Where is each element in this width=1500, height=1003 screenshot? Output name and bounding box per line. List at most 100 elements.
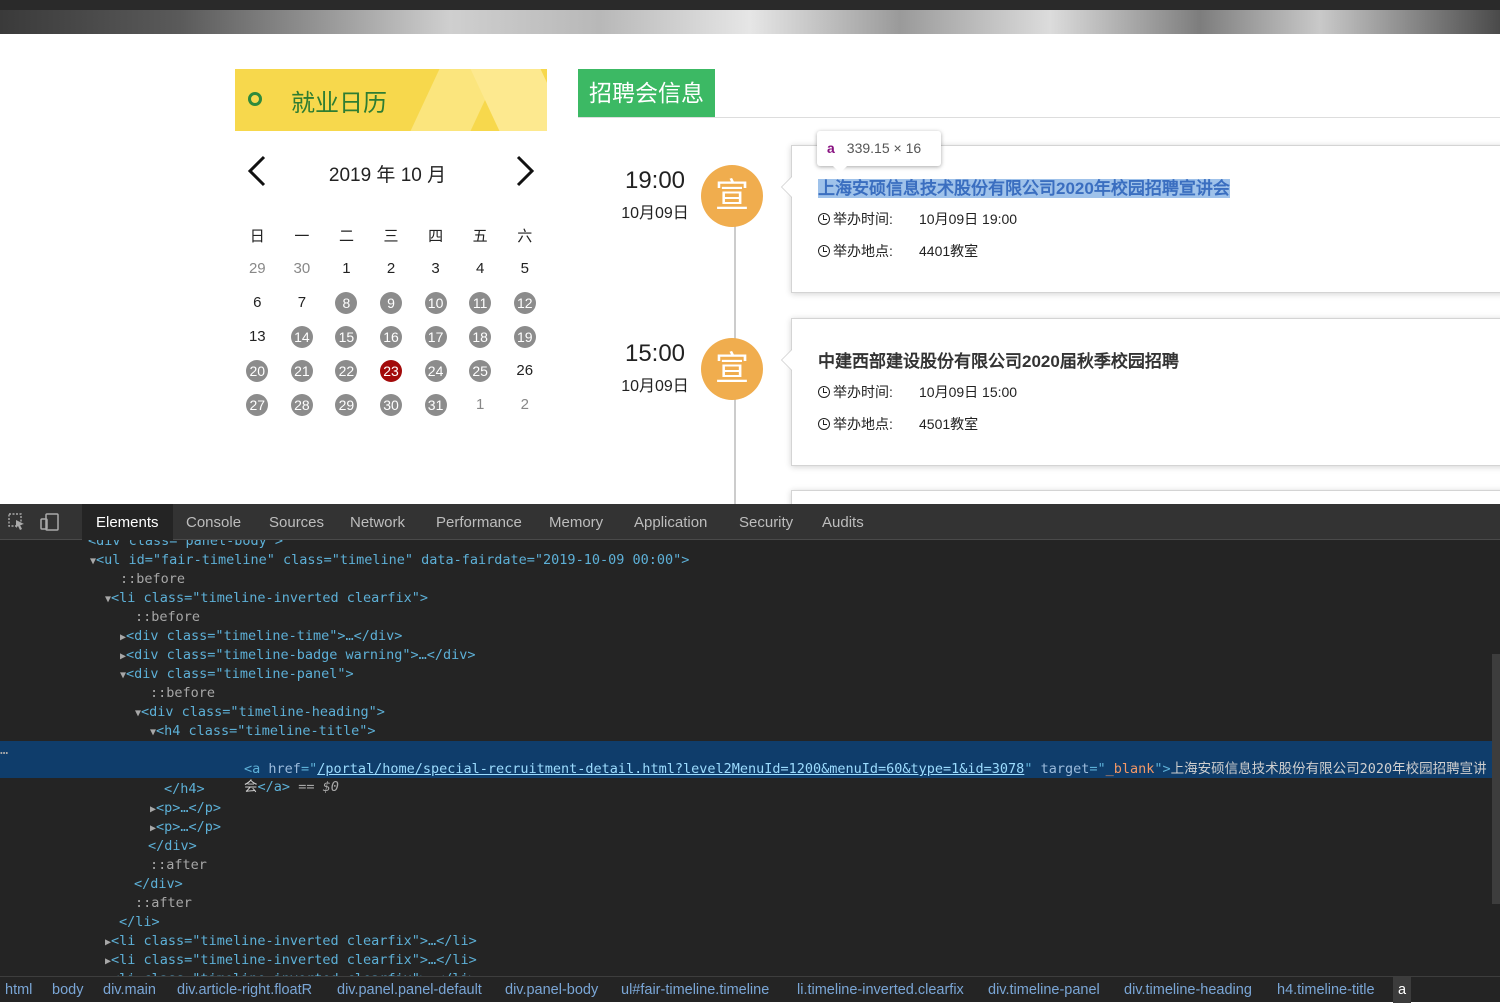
calendar-cell: 21 bbox=[280, 360, 325, 382]
device-toolbar-button[interactable] bbox=[40, 513, 59, 531]
devtools-tab-performance[interactable]: Performance bbox=[422, 504, 536, 540]
dom-pseudo: ::before bbox=[150, 685, 216, 701]
calendar-header: 就业日历 bbox=[235, 69, 547, 131]
breadcrumb-item[interactable]: html bbox=[5, 977, 32, 1003]
devtools-tab-audits[interactable]: Audits bbox=[808, 504, 878, 540]
breadcrumb-item[interactable]: li.timeline-inverted.clearfix bbox=[797, 977, 964, 1003]
calendar-day-with-event[interactable]: 8 bbox=[335, 292, 358, 314]
event-type-badge: 宣 bbox=[701, 165, 763, 227]
dom-line-selected-a[interactable]: … <a href="/portal/home/special-recruitm… bbox=[0, 741, 1500, 795]
breadcrumb-item[interactable]: ul#fair-timeline.timeline bbox=[621, 977, 769, 1003]
calendar-day: 6 bbox=[253, 294, 262, 311]
calendar-day-with-event[interactable]: 24 bbox=[424, 360, 447, 382]
event-title-link[interactable]: 中建西部建设股份有限公司2020届秋季校园招聘 bbox=[818, 352, 1179, 371]
dom-line[interactable]: ▶<li class="timeline-inverted clearfix">… bbox=[0, 932, 1500, 951]
dom-line[interactable]: ::before bbox=[0, 570, 1500, 589]
dom-line-li[interactable]: ▼<li class="timeline-inverted clearfix"> bbox=[0, 589, 1500, 608]
devtools-tab-elements[interactable]: Elements bbox=[82, 504, 173, 540]
breadcrumb-item[interactable]: a bbox=[1393, 977, 1412, 1003]
calendar-day-with-event[interactable]: 27 bbox=[246, 394, 269, 416]
dom-line[interactable]: ▶<div class="timeline-badge warning">…</… bbox=[0, 646, 1500, 665]
dom-line[interactable]: ▼<div class="timeline-heading"> bbox=[0, 703, 1500, 722]
breadcrumb-item[interactable]: div.timeline-heading bbox=[1124, 977, 1252, 1003]
event-title-link[interactable]: 上海安硕信息技术股份有限公司2020年校园招聘宣讲会 bbox=[818, 179, 1230, 198]
dom-line[interactable]: ▼<h4 class="timeline-title"> bbox=[0, 722, 1500, 741]
devtools-tab-sources[interactable]: Sources bbox=[255, 504, 338, 540]
devtools-tab-network[interactable]: Network bbox=[336, 504, 419, 540]
dom-node-text: </div> bbox=[148, 838, 197, 854]
devtools-tab-memory[interactable]: Memory bbox=[535, 504, 617, 540]
event-time-row: 举办时间: 10月09日 19:00 bbox=[818, 209, 1017, 229]
recruitment-tab[interactable]: 招聘会信息 bbox=[578, 69, 715, 118]
calendar-day-with-event[interactable]: 28 bbox=[290, 394, 313, 416]
calendar-day-today[interactable]: 23 bbox=[380, 360, 403, 382]
dom-line[interactable]: ::before bbox=[0, 608, 1500, 627]
breadcrumb-item[interactable]: div.timeline-panel bbox=[988, 977, 1100, 1003]
calendar-cell: 27 bbox=[235, 394, 280, 416]
calendar-day-with-event[interactable]: 18 bbox=[469, 326, 492, 348]
calendar-day-with-event[interactable]: 29 bbox=[335, 394, 358, 416]
devtools-panel: Elements Console Sources Network Performance… bbox=[0, 504, 1500, 1003]
prev-month-button[interactable] bbox=[245, 154, 269, 188]
dom-line[interactable]: ▶<p>…</p> bbox=[0, 818, 1500, 837]
weekday-label: 一 bbox=[294, 227, 310, 245]
dom-line[interactable]: ::after bbox=[0, 894, 1500, 913]
calendar-day-with-event[interactable]: 30 bbox=[380, 394, 403, 416]
calendar-day-with-event[interactable]: 20 bbox=[246, 360, 269, 382]
breadcrumb-item[interactable]: div.main bbox=[103, 977, 156, 1003]
event-date: 10月09日 bbox=[621, 205, 689, 222]
dom-node-text: </h4> bbox=[164, 781, 205, 797]
calendar-day-with-event[interactable]: 31 bbox=[424, 394, 447, 416]
devtools-tab-console[interactable]: Console bbox=[172, 504, 255, 540]
calendar-day-with-event[interactable]: 14 bbox=[290, 326, 313, 348]
dom-href-link[interactable]: /portal/home/special-recruitment-detail.… bbox=[317, 761, 1024, 777]
more-options-icon[interactable]: … bbox=[0, 741, 8, 760]
dom-tree-scrollbar[interactable] bbox=[1492, 654, 1500, 904]
breadcrumb-item[interactable]: body bbox=[52, 977, 83, 1003]
calendar-day-with-event[interactable]: 15 bbox=[335, 326, 358, 348]
calendar-cell: 8 bbox=[324, 292, 369, 314]
calendar-weeks: 29 30 1 2 3 4 5 6 7 8 9 10 11 12 13 14 15 16 17 18 19 20 21 22 2… bbox=[235, 252, 547, 422]
calendar-day: 1 bbox=[342, 260, 351, 277]
dom-line[interactable]: ▶<li class="timeline-inverted clearfix">… bbox=[0, 951, 1500, 970]
dom-node-text: <p>…</p> bbox=[156, 800, 222, 816]
calendar-day-with-event[interactable]: 25 bbox=[469, 360, 492, 382]
breadcrumb-item[interactable]: h4.timeline-title bbox=[1277, 977, 1375, 1003]
dom-line[interactable]: </h4> bbox=[0, 780, 1500, 799]
calendar-day-with-event[interactable]: 11 bbox=[469, 292, 492, 314]
calendar-cell: 29 bbox=[235, 258, 280, 280]
breadcrumb-item[interactable]: div.article-right.floatR bbox=[177, 977, 312, 1003]
dom-line-ul[interactable]: ▼<ul id="fair-timeline" class="timeline"… bbox=[0, 551, 1500, 570]
calendar-day-with-event[interactable]: 17 bbox=[424, 326, 447, 348]
calendar-month-label: 2019 年 10 月 bbox=[328, 165, 447, 186]
calendar-day-with-event[interactable]: 10 bbox=[424, 292, 447, 314]
dom-line[interactable]: ▶<div class="timeline-time">…</div> bbox=[0, 627, 1500, 646]
dom-node-text: <li class="timeline-inverted clearfix">…… bbox=[111, 952, 477, 968]
breadcrumb-item[interactable]: div.panel-body bbox=[505, 977, 598, 1003]
dom-pseudo: ::after bbox=[150, 857, 207, 873]
calendar-day-with-event[interactable]: 21 bbox=[290, 360, 313, 382]
calendar-day-with-event[interactable]: 12 bbox=[513, 292, 536, 314]
panel-arrow bbox=[781, 349, 792, 371]
dom-line[interactable]: ▶<p>…</p> bbox=[0, 799, 1500, 818]
calendar-day-with-event[interactable]: 19 bbox=[513, 326, 536, 348]
time-label: 举办时间: bbox=[833, 211, 893, 227]
devtools-tab-application[interactable]: Application bbox=[620, 504, 721, 540]
dom-line[interactable]: ▼<div class="timeline-panel"> bbox=[0, 665, 1500, 684]
calendar-day-with-event[interactable]: 22 bbox=[335, 360, 358, 382]
campus-banner-image bbox=[0, 0, 1500, 34]
dom-line[interactable]: </div> bbox=[0, 875, 1500, 894]
dom-line[interactable]: </div> bbox=[0, 837, 1500, 856]
dom-line[interactable]: ::before bbox=[0, 684, 1500, 703]
dom-line[interactable]: </li> bbox=[0, 913, 1500, 932]
calendar-cell: 1 bbox=[324, 258, 369, 280]
breadcrumb-item[interactable]: div.panel.panel-default bbox=[337, 977, 482, 1003]
devtools-tab-security[interactable]: Security bbox=[725, 504, 807, 540]
dom-line[interactable]: ::after bbox=[0, 856, 1500, 875]
calendar-day-with-event[interactable]: 9 bbox=[380, 292, 403, 314]
calendar-cell: 11 bbox=[458, 292, 503, 314]
calendar-day-with-event[interactable]: 16 bbox=[380, 326, 403, 348]
next-month-button[interactable] bbox=[513, 154, 537, 188]
calendar-cell: 1 bbox=[458, 394, 503, 416]
inspect-element-button[interactable] bbox=[8, 513, 26, 531]
